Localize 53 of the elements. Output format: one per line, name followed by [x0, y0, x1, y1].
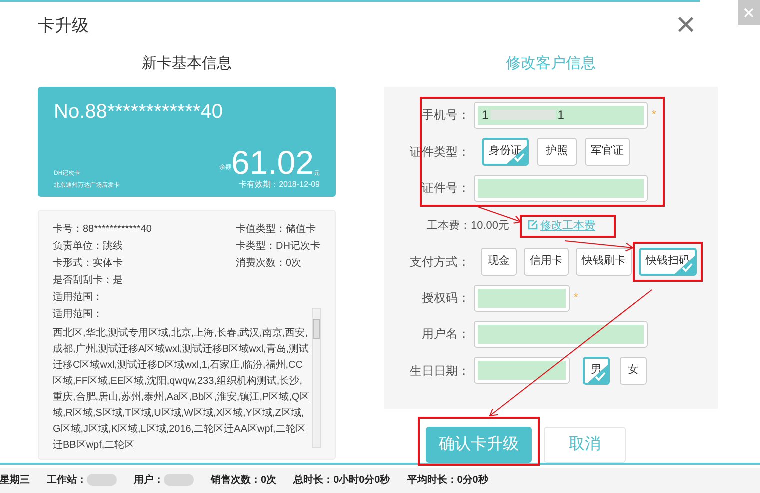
detail-text: 卡形式：实体卡: [53, 256, 123, 270]
status-text: 工作站：: [47, 474, 87, 488]
field-label: 支付方式：: [409, 254, 471, 271]
close-icon: [744, 8, 754, 18]
status-text: 平均时长：0分0秒: [407, 474, 488, 488]
option-button[interactable]: 男: [583, 356, 610, 385]
field-label: 生日日期：: [409, 362, 471, 380]
input-field[interactable]: [474, 174, 648, 202]
option-button[interactable]: 现金: [481, 248, 517, 276]
option-button[interactable]: 信用卡: [524, 248, 569, 276]
detail-text: 卡类型：DH记次卡: [236, 240, 321, 253]
option-button[interactable]: 军官证: [585, 138, 630, 166]
field-label: 证件号：: [421, 180, 471, 198]
input-field[interactable]: [474, 284, 570, 312]
field-label: 授权码：: [421, 290, 471, 308]
detail-text: 消费次数：0次: [236, 256, 303, 270]
section-heading: 修改客户信息: [506, 54, 596, 74]
field-label: 手机号：: [421, 107, 471, 124]
detail-text: 是否刮刮卡：是: [53, 274, 124, 287]
detail-text: 适用范围：: [53, 290, 104, 304]
edit-icon: [528, 220, 538, 230]
input-field[interactable]: 1 1: [474, 102, 648, 129]
status-text: 用户：: [134, 473, 164, 488]
card-number: No.88************40: [54, 100, 224, 125]
annotation-box: [633, 242, 703, 282]
option-button[interactable]: 女: [620, 356, 647, 385]
field-value: 1: [482, 107, 489, 124]
input-field[interactable]: [474, 320, 648, 348]
required-mark: *: [574, 290, 578, 306]
background-close-button[interactable]: [738, 0, 760, 25]
section-heading: 新卡基本信息: [141, 54, 233, 74]
required-mark: *: [652, 108, 656, 123]
scrollbar[interactable]: [312, 308, 321, 448]
detail-text: 负责单位：跳线: [53, 240, 123, 253]
input-field[interactable]: [474, 357, 570, 384]
status-text: 销售次数：0次: [211, 474, 277, 488]
scope-text: 西北区,华北,测试专用区域,北京,上海,长春,武汉,南京,西安,成都,广州,测试迁移A区域wxl,测试迁移B区域wxl,青岛,测试迁移C区域wxl,测试迁移D区域wxl,1,石家庄,临汾,福州,CC区域,FF区域,EE区域,沈阳,qwqw,233,组织机构测试,长沙,重庆,合肥,唐山,苏州,泰州,Aa区,Bb区,淮安,镇江,P区域,Q区域,R区域,S区域,T区域,U区域,W区域,X区域,Y区域,Z区域,G区域,J区域,K区域,L区域,2016,二轮区迁AA区wpf,二轮区迁BB区wpf,二轮区: [53, 326, 310, 453]
detail-text: 卡值类型：储值卡: [236, 222, 317, 236]
close-button[interactable]: ×: [676, 8, 696, 42]
fee-text: 工本费：10.00元: [427, 219, 510, 234]
detail-text: 适用范围：: [53, 308, 104, 321]
field-label: 用户名：: [421, 326, 471, 344]
check-corner-icon: [588, 364, 608, 383]
detail-text: 卡号：88************40: [53, 222, 152, 236]
field-value: 1: [558, 107, 564, 124]
option-button[interactable]: 护照: [537, 138, 577, 166]
option-button[interactable]: 快钱刷卡: [576, 248, 632, 276]
card-expiry: 卡有效期：2018-12-09: [239, 178, 320, 191]
annotation-arrow: [564, 240, 634, 252]
dialog-title: 卡升级: [38, 14, 89, 37]
balance-amount: 61.02: [231, 146, 314, 179]
status-text: 星期三: [0, 474, 30, 488]
status-text: 总时长：0小时0分0秒: [294, 474, 390, 488]
